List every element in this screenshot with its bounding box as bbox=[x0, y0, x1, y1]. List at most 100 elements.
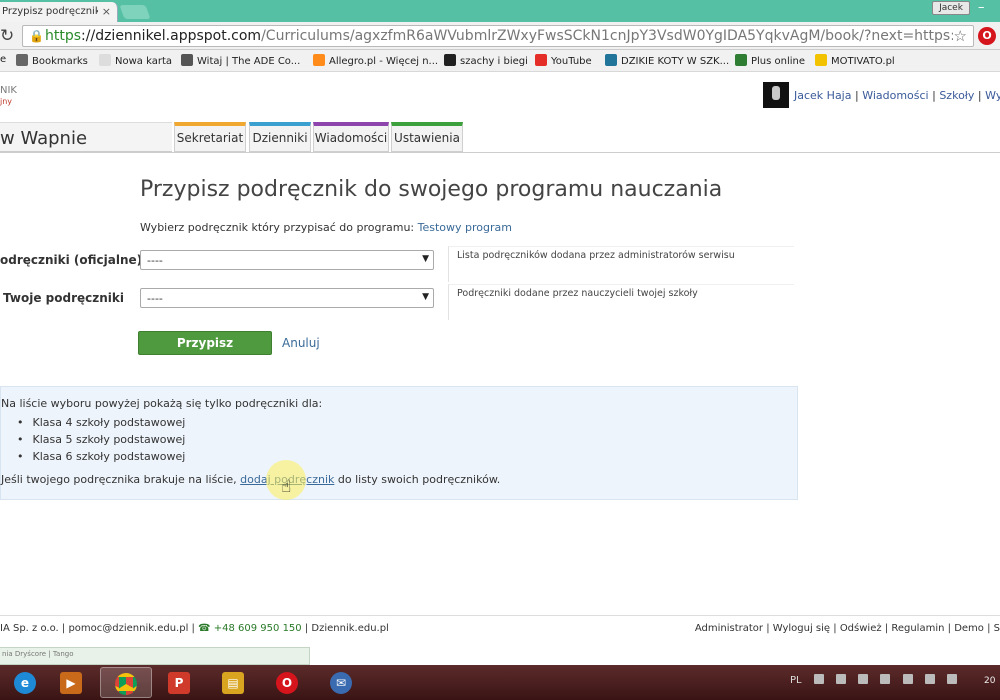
opera-extension-icon[interactable]: O bbox=[978, 27, 996, 45]
program-link[interactable]: Testowy program bbox=[418, 221, 512, 234]
school-name: w Wapnie bbox=[0, 128, 88, 149]
footer-terms-link[interactable]: Regulamin bbox=[891, 623, 944, 634]
bookmark-label: Plus online bbox=[751, 56, 806, 67]
taskbar-explorer[interactable]: ▤ bbox=[208, 667, 260, 698]
bookmark-apps[interactable]: e bbox=[0, 54, 6, 65]
phone-number: +48 609 950 150 bbox=[213, 623, 302, 634]
official-books-label: odręczniki (oficjalne) bbox=[0, 253, 143, 267]
grade-list: Klasa 4 szkoły podstawowej Klasa 5 szkoł… bbox=[17, 416, 186, 467]
assign-book-button[interactable]: Przypisz podręcznik bbox=[138, 331, 272, 372]
language-indicator[interactable]: PL bbox=[790, 675, 802, 686]
support-email-link[interactable]: pomoc@dziennik.edu.pl bbox=[68, 623, 188, 634]
bookmark-8[interactable]: MOTIVATO.pl bbox=[815, 54, 895, 67]
site-link[interactable]: Dziennik.edu.pl bbox=[311, 623, 388, 634]
taskbar-opera[interactable]: O bbox=[262, 667, 314, 698]
bookmark-label: Nowa karta bbox=[115, 56, 172, 67]
taskbar-media-player[interactable]: ▶ bbox=[46, 667, 98, 698]
taskbar-thunderbird[interactable]: ✉ bbox=[316, 667, 368, 698]
chrome-icon bbox=[115, 673, 137, 695]
bookmark-label: szachy i biegi bbox=[460, 56, 528, 67]
schools-link[interactable]: Szkoły bbox=[939, 89, 974, 102]
opera-taskbar-icon: O bbox=[276, 672, 298, 694]
own-books-select[interactable]: ---- ▼ bbox=[140, 288, 434, 308]
url-scheme: https bbox=[45, 28, 82, 44]
system-tray: PL bbox=[790, 674, 957, 686]
media-player-icon: ▶ bbox=[60, 672, 82, 694]
hand-cursor-icon: ☝ bbox=[281, 477, 292, 497]
bookmark-label: Bookmarks bbox=[32, 56, 88, 67]
taskbar-presentation[interactable]: P bbox=[154, 667, 206, 698]
address-bar[interactable]: 🔒 https://dziennikel.appspot.com/Curricu… bbox=[22, 25, 974, 47]
user-name-link[interactable]: Jacek Haja bbox=[794, 89, 851, 102]
tab-settings[interactable]: Ustawienia bbox=[391, 122, 463, 152]
page-title: Przypisz podręcznik do swojego programu … bbox=[140, 177, 723, 202]
chevron-down-icon: ▼ bbox=[422, 292, 429, 302]
cancel-link[interactable]: Anuluj bbox=[282, 336, 320, 350]
bookmark-0[interactable]: Bookmarks bbox=[16, 54, 88, 67]
bookmark-label: YouTube bbox=[551, 56, 592, 67]
flag-icon[interactable] bbox=[880, 674, 891, 684]
star-icon bbox=[16, 54, 28, 66]
footer-refresh-link[interactable]: Odśwież bbox=[840, 623, 882, 634]
tray-arrow-icon[interactable] bbox=[813, 674, 824, 684]
taskbar-chrome[interactable] bbox=[100, 667, 152, 698]
motivato-icon bbox=[815, 54, 827, 66]
top-navigation: Jacek Haja | Wiadomości | Szkoły | Wylo bbox=[794, 89, 1000, 102]
allegro-icon bbox=[313, 54, 325, 66]
intro-text: Wybierz podręcznik który przypisać do pr… bbox=[140, 221, 512, 234]
school-bar: w Wapnie bbox=[0, 122, 172, 152]
taskbar: e ▶ P ▤ O ✉ PL 20 bbox=[0, 665, 1000, 700]
bookmark-label: MOTIVATO.pl bbox=[831, 56, 895, 67]
tab-messages[interactable]: Wiadomości bbox=[313, 122, 389, 152]
wordpress-icon bbox=[605, 54, 617, 66]
bookmark-3[interactable]: Allegro.pl - Więcej n... bbox=[313, 54, 438, 67]
footer-logout-link[interactable]: Wyloguj się bbox=[773, 623, 830, 634]
info-footer-text: Jeśli twojego podręcznika brakuje na liś… bbox=[1, 473, 237, 486]
logout-link[interactable]: Wylo bbox=[985, 89, 1000, 102]
plus-icon bbox=[735, 54, 747, 66]
messages-link[interactable]: Wiadomości bbox=[862, 89, 928, 102]
chevron-down-icon: ▼ bbox=[422, 254, 429, 264]
thunderbird-icon: ✉ bbox=[330, 672, 352, 694]
bookmark-6[interactable]: DZIKIE KOTY W SZK... bbox=[605, 54, 729, 67]
info-footer: Jeśli twojego podręcznika brakuje na liś… bbox=[1, 473, 500, 486]
browser-tab[interactable]: Przypisz podręcznik nauc × bbox=[0, 2, 118, 22]
new-tab-button[interactable] bbox=[119, 5, 151, 19]
tab-close-icon[interactable]: × bbox=[102, 5, 111, 18]
network-icon[interactable] bbox=[924, 674, 935, 684]
footer-demo-link[interactable]: Demo bbox=[954, 623, 984, 634]
action-center-icon[interactable] bbox=[858, 674, 869, 684]
tab-secretariat[interactable]: Sekretariat bbox=[174, 122, 246, 152]
info-heading: Na liście wyboru powyżej pokażą się tylk… bbox=[1, 397, 323, 410]
bookmark-2[interactable]: Witaj | The ADE Co... bbox=[181, 54, 300, 67]
bookmark-4[interactable]: szachy i biegi bbox=[444, 54, 528, 67]
footer-links: Administrator | Wyloguj się | Odśwież | … bbox=[694, 623, 1000, 634]
youtube-icon bbox=[535, 54, 547, 66]
url-path: /Curriculums/agxzfmR6aWVubmlrZWxyFwsSCkN… bbox=[261, 28, 953, 44]
official-books-select[interactable]: ---- ▼ bbox=[140, 250, 434, 270]
apple-icon bbox=[181, 54, 193, 66]
bookmark-7[interactable]: Plus online bbox=[735, 54, 805, 67]
company-name: IA Sp. z o.o. bbox=[0, 623, 59, 634]
list-item: Klasa 6 szkoły podstawowej bbox=[17, 450, 186, 467]
tab-journals[interactable]: Dzienniki bbox=[249, 122, 311, 152]
user-avatar[interactable] bbox=[763, 82, 789, 108]
logo[interactable]: NIK bbox=[0, 86, 17, 96]
profile-button[interactable]: Jacek bbox=[932, 1, 970, 15]
clock[interactable]: 20 bbox=[984, 676, 995, 686]
bookmark-5[interactable]: YouTube bbox=[535, 54, 592, 67]
footer-more-link[interactable]: S bbox=[994, 623, 1000, 634]
url-text: https://dziennikel.appspot.com/Curriculu… bbox=[45, 28, 953, 44]
footer-admin-link[interactable]: Administrator bbox=[695, 623, 763, 634]
reload-icon[interactable]: ↻ bbox=[0, 26, 14, 46]
display-icon[interactable] bbox=[902, 674, 913, 684]
volume-icon[interactable] bbox=[946, 674, 957, 684]
bookmark-1[interactable]: Nowa karta bbox=[99, 54, 172, 67]
minimize-icon[interactable]: – bbox=[978, 0, 985, 15]
own-books-label: Twoje podręczniki bbox=[3, 291, 124, 305]
tab-title: Przypisz podręcznik nauc bbox=[2, 6, 98, 17]
browser-statusbar: nia Dryścore | Tango bbox=[0, 647, 310, 665]
tray-app-icon[interactable] bbox=[835, 674, 846, 684]
taskbar-ie[interactable]: e bbox=[0, 667, 52, 698]
bookmark-star-icon[interactable]: ☆ bbox=[954, 27, 967, 45]
